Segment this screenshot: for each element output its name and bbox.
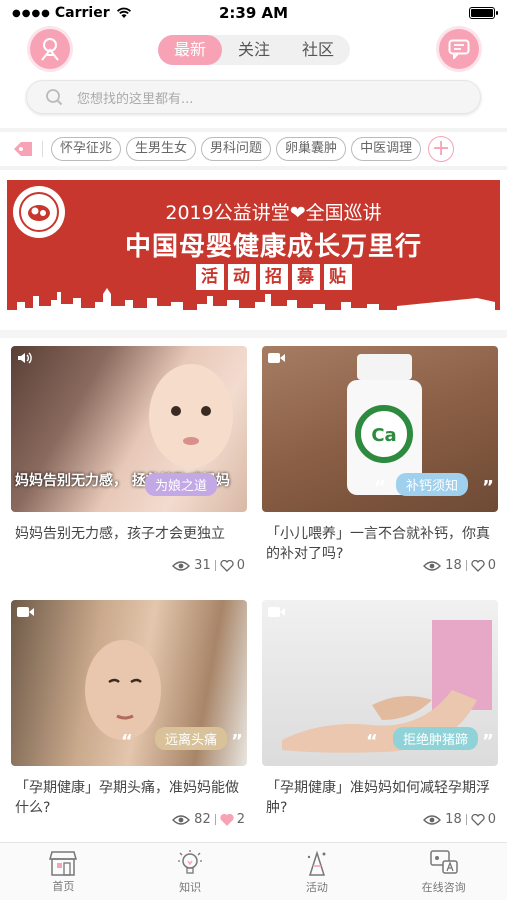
section-divider [0, 330, 507, 338]
city-skyline-icon [7, 288, 500, 318]
heart-icon[interactable] [220, 559, 234, 572]
view-count: 18 [445, 812, 462, 827]
mother-icon [41, 38, 59, 61]
tabbar-label: 知识 [179, 880, 202, 894]
quote-mark: ” [482, 731, 494, 752]
banner-title: 中国母婴健康成长万里行 [124, 232, 422, 262]
search-bar[interactable]: 您想找的这里都有... [26, 80, 481, 114]
tag-item[interactable]: 卵巢囊肿 [276, 137, 347, 161]
article-card[interactable]: Ca “ 补钙须知 ” 「小儿喂养」一言不合就补钙，你真的补对了吗? 18 0 [262, 346, 498, 600]
quote-mark: ” [231, 731, 243, 752]
divider [214, 560, 216, 571]
tab-following[interactable]: 关注 [222, 35, 286, 65]
caption-badge: 远离头痛 [154, 727, 227, 750]
article-stats: 31 0 [172, 558, 245, 573]
article-card[interactable]: “ 拒绝肿猪蹄 ” 「孕期健康」准妈妈如何减轻孕期浮肿? 18 0 [262, 600, 498, 854]
like-count: 2 [236, 812, 245, 827]
message-icon [448, 39, 470, 59]
divider [214, 814, 216, 825]
caption-badge: 补钙须知 [395, 473, 468, 496]
eye-icon [172, 814, 191, 825]
heart-icon[interactable] [471, 813, 485, 826]
party-icon [307, 850, 326, 876]
quote-mark: “ [366, 731, 378, 752]
tag-icon [14, 142, 32, 156]
article-thumbnail[interactable]: 妈妈告别无力感， 拯救控败感妈妈 为娘之道 [11, 346, 247, 512]
bottom-tab-bar: 首页 知识 活动 在线咨询 [0, 842, 507, 900]
article-stats: 18 0 [423, 558, 496, 573]
article-card[interactable]: 妈妈告别无力感， 拯救控败感妈妈 为娘之道 妈妈告别无力感，孩子才会更独立 31… [11, 346, 247, 600]
chat-icon [429, 849, 458, 874]
eye-icon [423, 560, 442, 571]
battery-icon [469, 7, 498, 19]
article-stats: 18 0 [423, 812, 496, 827]
article-card[interactable]: “ 远离头痛 ” 「孕期健康」孕期头痛，准妈妈能做什么? 82 2 [11, 600, 247, 854]
tabbar-item-knowledge[interactable]: 知识 [127, 843, 254, 900]
quote-mark: ” [482, 477, 494, 498]
banner-line1: 2019公益讲堂❤全国巡讲 [165, 202, 382, 224]
divider [465, 560, 467, 571]
bulb-icon [178, 849, 203, 874]
view-count: 18 [445, 558, 462, 573]
eye-icon [172, 560, 191, 571]
video-icon [17, 607, 34, 617]
tag-item[interactable]: 中医调理 [351, 137, 422, 161]
caption-badge: 拒绝肿猪蹄 [392, 727, 478, 750]
tab-community[interactable]: 社区 [286, 35, 350, 65]
divider [465, 814, 467, 825]
signal-icon: ●●●● [12, 7, 51, 19]
tabbar-label: 首页 [52, 879, 75, 893]
like-count: 0 [236, 558, 245, 573]
article-thumbnail[interactable]: “ 远离头痛 ” [11, 600, 247, 766]
top-header: 最新 关注 社区 [0, 26, 507, 74]
tag-item[interactable]: 怀孕征兆 [51, 137, 122, 161]
search-input[interactable]: 您想找的这里都有... [77, 88, 193, 107]
like-count: 0 [487, 558, 496, 573]
heart-filled-icon[interactable] [220, 813, 234, 826]
messages-button[interactable] [439, 29, 479, 69]
status-bar: ●●●● Carrier 2:39 AM [0, 0, 507, 26]
promo-banner[interactable]: 2019公益讲堂❤全国巡讲 中国母婴健康成长万里行 活动招募贴 [7, 180, 500, 318]
tabbar-item-consult[interactable]: 在线咨询 [380, 843, 507, 900]
tabbar-item-events[interactable]: 活动 [254, 843, 381, 900]
carrier-label: Carrier [54, 5, 110, 21]
quote-mark: “ [374, 477, 386, 498]
video-icon [268, 607, 285, 617]
heart-icon[interactable] [471, 559, 485, 572]
plus-icon: + [431, 136, 451, 161]
article-stats: 82 2 [172, 812, 245, 827]
tab-latest[interactable]: 最新 [158, 35, 222, 65]
baby-photo [149, 364, 233, 468]
like-count: 0 [487, 812, 496, 827]
quote-mark: “ [121, 731, 133, 752]
profile-button[interactable] [30, 29, 70, 69]
tabbar-label: 活动 [305, 880, 328, 894]
eye-icon [423, 814, 442, 825]
add-tag-button[interactable]: + [428, 136, 455, 162]
tabbar-item-home[interactable]: 首页 [0, 843, 127, 900]
feed-tabs: 最新 关注 社区 [158, 35, 350, 65]
tag-item[interactable]: 男科问题 [201, 137, 272, 161]
video-icon [268, 353, 285, 363]
divider [42, 141, 43, 157]
wifi-icon [116, 7, 131, 18]
article-grid: 妈妈告别无力感， 拯救控败感妈妈 为娘之道 妈妈告别无力感，孩子才会更独立 31… [0, 338, 507, 854]
article-thumbnail[interactable]: Ca “ 补钙须知 ” [262, 346, 498, 512]
view-count: 31 [194, 558, 211, 573]
audio-icon [18, 352, 32, 364]
tabbar-label: 在线咨询 [421, 880, 466, 894]
search-icon [46, 89, 63, 106]
view-count: 82 [194, 812, 211, 827]
shop-icon [49, 850, 78, 876]
tag-item[interactable]: 生男生女 [126, 137, 197, 161]
calcium-label: Ca [371, 425, 396, 446]
caption-badge: 为娘之道 [144, 473, 217, 496]
tag-bar: 怀孕征兆 生男生女 男科问题 卵巢囊肿 中医调理 + [0, 128, 507, 170]
article-thumbnail[interactable]: “ 拒绝肿猪蹄 ” [262, 600, 498, 766]
